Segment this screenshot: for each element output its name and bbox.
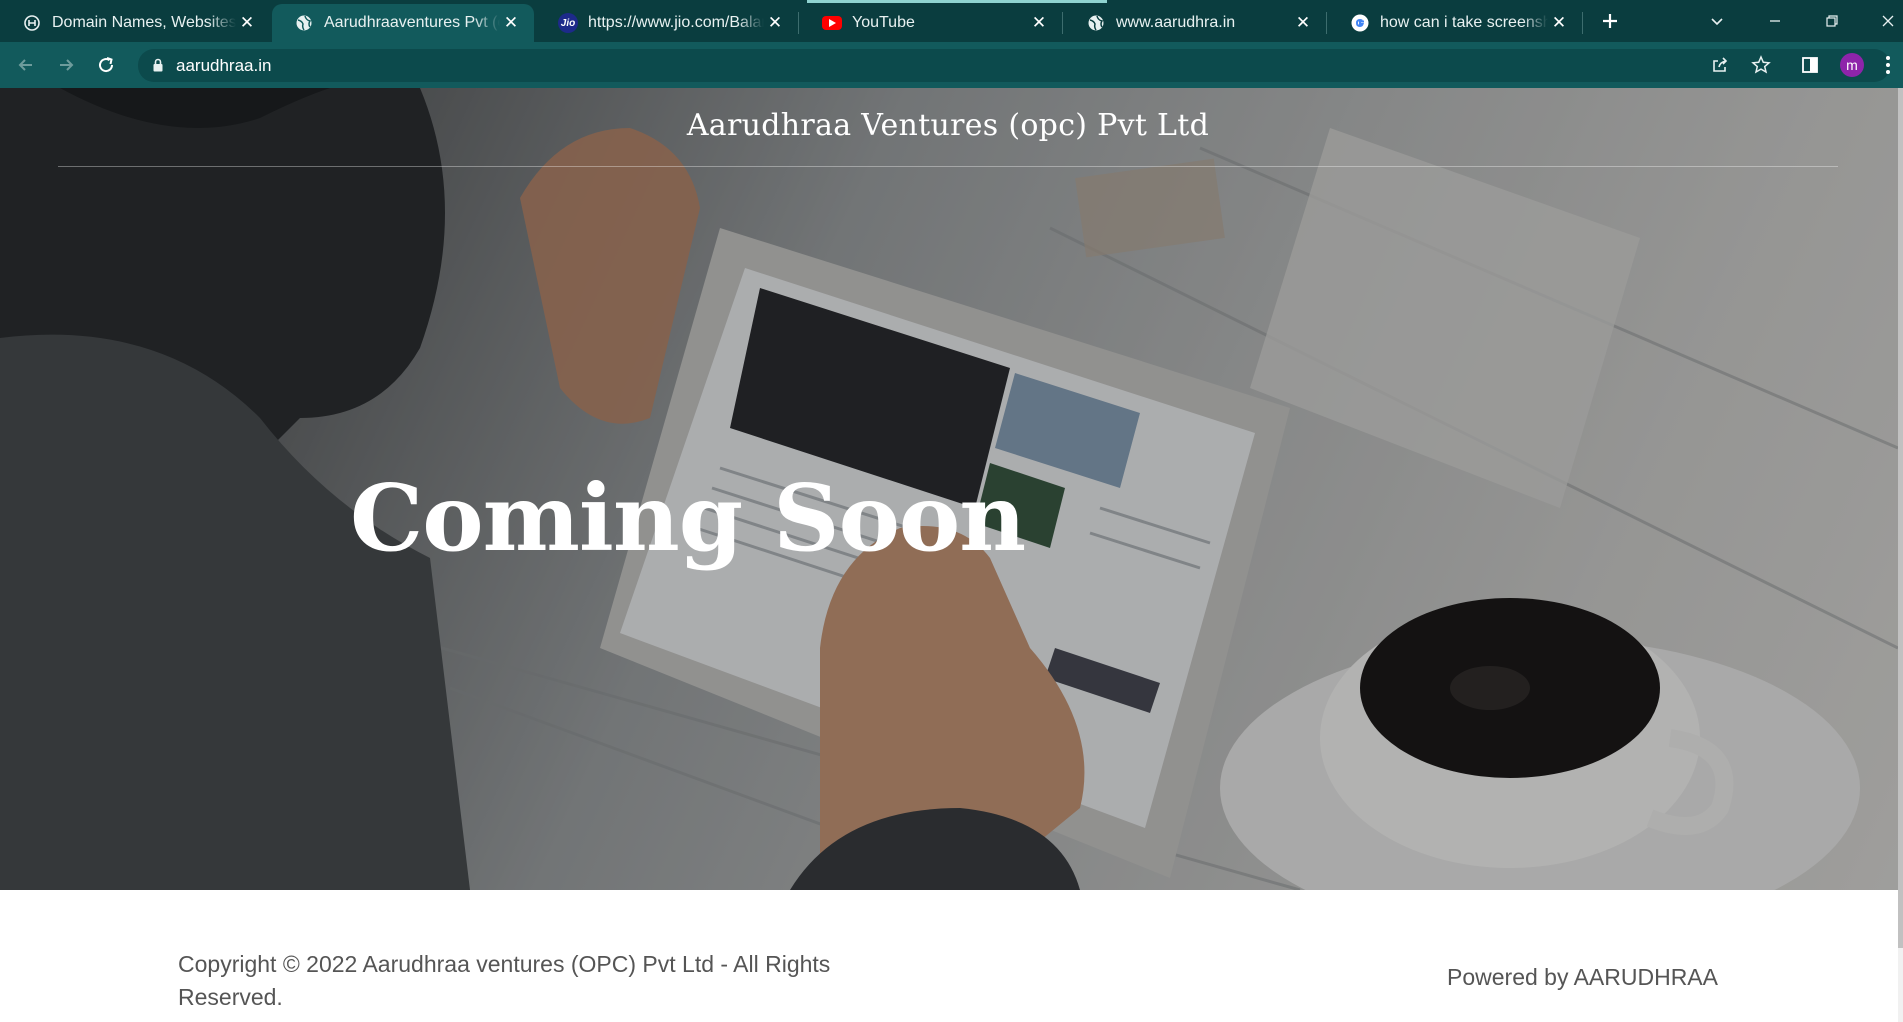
lock-icon [152,57,164,78]
tab-google-search[interactable]: how can i take screenshot i ✕ [1328,4,1582,42]
close-tab-icon[interactable]: ✕ [1292,12,1314,34]
browser-window: Domain Names, Websites, H ✕ Aarudhraaven… [0,0,1903,1022]
tab-search-button[interactable] [1697,6,1737,36]
tab-aarudhraaventures[interactable]: Aarudhraaventures Pvt (opc ✕ [272,4,534,42]
tab-jio[interactable]: Jio https://www.jio.com/Balanc ✕ [536,4,798,42]
site-footer: Copyright © 2022 Aarudhraa ventures (OPC… [0,890,1898,1022]
minimize-icon [1770,20,1780,22]
jio-badge: Jio [558,13,578,33]
side-panel-button[interactable] [1794,49,1826,81]
tab-title: Domain Names, Websites, H [52,14,236,31]
reload-icon [99,57,114,73]
address-url[interactable]: aarudhraa.in [176,56,271,76]
close-tab-icon[interactable]: ✕ [764,12,786,34]
restore-icon [1826,15,1838,27]
share-icon [1713,57,1728,72]
hero-section: Aarudhraa Ventures (opc) Pvt Ltd Coming … [0,88,1898,890]
tab-separator [798,12,799,34]
restore-button[interactable] [1812,6,1852,36]
address-bar[interactable]: aarudhraa.in [138,49,1890,82]
tab-loading-indicator [807,0,1107,3]
scrollbar-thumb[interactable] [1898,88,1903,948]
tab-separator [1582,12,1583,34]
tab-youtube[interactable]: YouTube ✕ [800,4,1062,42]
arrow-right-icon [60,59,74,71]
browser-toolbar: aarudhraa.in m [0,42,1903,88]
tab-domain-names[interactable]: Domain Names, Websites, H ✕ [0,4,270,42]
menu-button[interactable] [1874,49,1902,81]
tab-title: www.aarudhra.in [1116,14,1236,31]
close-icon [1882,15,1894,27]
star-icon [1751,55,1771,74]
close-tab-icon[interactable]: ✕ [236,12,258,34]
close-tab-icon[interactable]: ✕ [500,12,522,34]
powered-by-text: Powered by AARUDHRAA [1447,964,1718,990]
hostinger-icon [22,13,42,33]
avatar: m [1840,53,1864,77]
google-icon [1350,13,1370,33]
side-panel-icon [1802,57,1818,73]
coming-soon-heading: Coming Soon [350,464,1026,572]
youtube-icon [822,13,842,33]
copyright-text: Copyright © 2022 Aarudhraa ventures (OPC… [178,951,831,1010]
plus-icon [1603,14,1617,28]
close-window-button[interactable] [1868,6,1903,36]
tab-title: https://www.jio.com/Balanc [588,14,764,31]
page-scrollbar[interactable] [1898,88,1903,1022]
chevron-down-icon [1711,18,1723,26]
tab-strip: Domain Names, Websites, H ✕ Aarudhraaven… [0,0,1903,42]
forward-button[interactable] [50,49,82,81]
tab-separator [1062,12,1063,34]
profile-button[interactable]: m [1836,49,1868,81]
close-tab-icon[interactable]: ✕ [1028,12,1050,34]
reload-button[interactable] [90,49,122,81]
tab-title: YouTube [852,14,915,31]
web-page: Aarudhraa Ventures (opc) Pvt Ltd Coming … [0,88,1903,1022]
arrow-left-icon [18,59,32,71]
globe-icon [294,13,314,33]
globe-icon [1086,13,1106,33]
jio-icon: Jio [558,13,578,33]
share-button[interactable] [1704,49,1736,81]
tab-aarudhra[interactable]: www.aarudhra.in ✕ [1064,4,1326,42]
site-title[interactable]: Aarudhraa Ventures (opc) Pvt Ltd [0,108,1896,143]
tab-title: Aarudhraaventures Pvt (opc [324,14,500,31]
minimize-button[interactable] [1755,6,1795,36]
back-button[interactable] [10,49,42,81]
bookmark-button[interactable] [1745,49,1777,81]
more-vert-icon [1886,56,1890,74]
new-tab-button[interactable] [1590,6,1630,36]
close-tab-icon[interactable]: ✕ [1548,12,1570,34]
tab-separator [1326,12,1327,34]
tab-title: how can i take screenshot i [1380,14,1548,31]
header-divider [58,166,1838,167]
